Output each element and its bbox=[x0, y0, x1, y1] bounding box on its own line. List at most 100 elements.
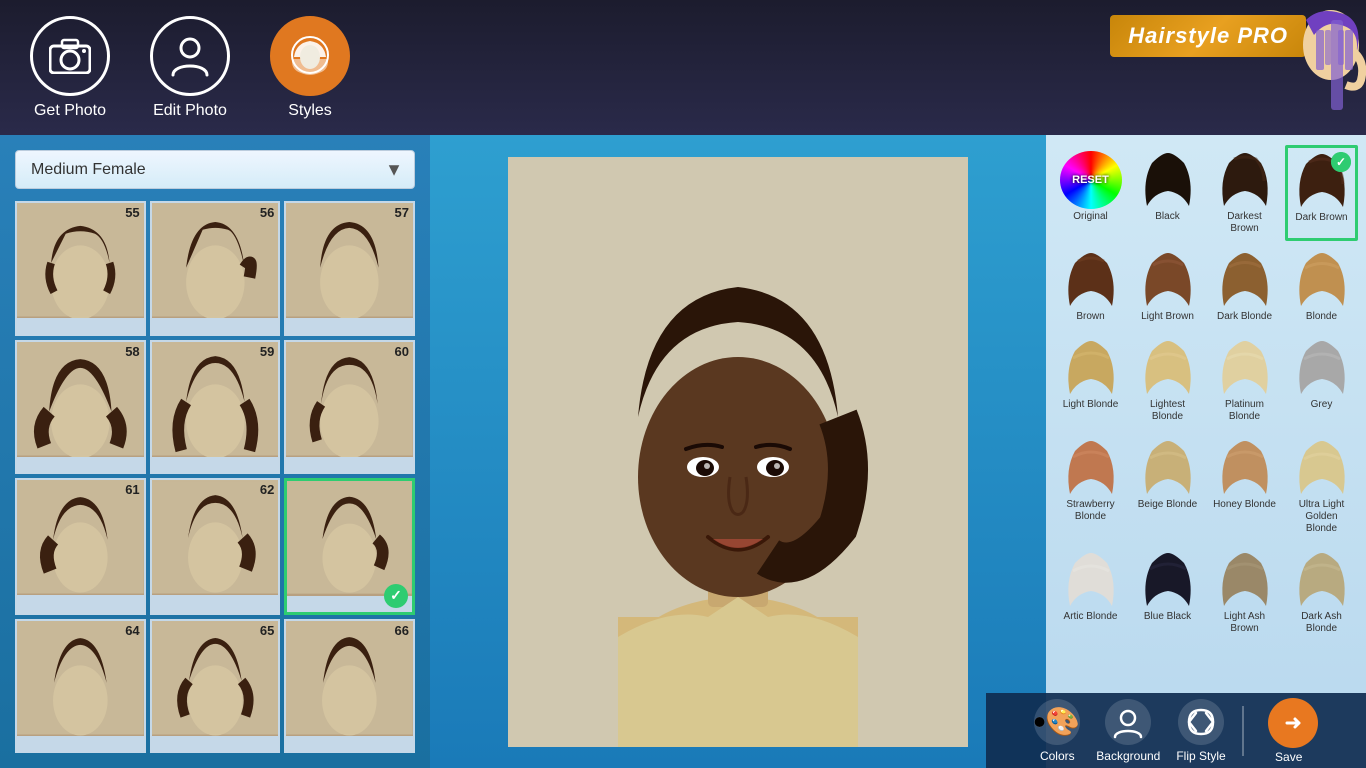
color-platinum-blonde[interactable]: Platinum Blonde bbox=[1208, 333, 1281, 429]
style-item-66[interactable]: 66 bbox=[284, 619, 415, 754]
color-label-ultra-light-golden-blonde: Ultra Light Golden Blonde bbox=[1289, 499, 1354, 535]
background-icon bbox=[1105, 699, 1151, 745]
style-number-62: 62 bbox=[260, 482, 274, 497]
color-label-strawberry-blonde: Strawberry Blonde bbox=[1058, 499, 1123, 523]
color-artic-blonde[interactable]: Artic Blonde bbox=[1054, 545, 1127, 641]
color-black[interactable]: Black bbox=[1131, 145, 1204, 241]
color-light-blonde[interactable]: Light Blonde bbox=[1054, 333, 1127, 429]
color-original[interactable]: RESET Original bbox=[1054, 145, 1127, 241]
style-item-63[interactable]: ✓ bbox=[284, 478, 415, 615]
dark-brown-swatch bbox=[1291, 152, 1353, 210]
style-item-60[interactable]: 60 bbox=[284, 340, 415, 475]
style-number-55: 55 bbox=[125, 205, 139, 220]
style-photo-56 bbox=[152, 203, 279, 318]
style-number-61: 61 bbox=[125, 482, 139, 497]
background-button[interactable]: Background bbox=[1096, 699, 1160, 763]
style-photo-64 bbox=[17, 621, 144, 736]
styles-icon bbox=[270, 16, 350, 96]
style-number-64: 64 bbox=[125, 623, 139, 638]
toolbar-divider bbox=[1242, 706, 1244, 756]
style-item-61[interactable]: 61 bbox=[15, 478, 146, 615]
color-brown[interactable]: Brown bbox=[1054, 245, 1127, 329]
color-dark-brown[interactable]: ✓ Dark Brown bbox=[1285, 145, 1358, 241]
bottom-toolbar: 🎨 Colors Background Flip Style bbox=[986, 693, 1366, 768]
reset-label-text: RESET bbox=[1072, 174, 1109, 186]
edit-photo-button[interactable]: Edit Photo bbox=[150, 16, 230, 120]
get-photo-button[interactable]: Get Photo bbox=[30, 16, 110, 120]
style-photo-63 bbox=[287, 481, 412, 596]
selected-color-check: ✓ bbox=[1331, 152, 1351, 172]
style-item-55[interactable]: 55 bbox=[15, 201, 146, 336]
style-number-56: 56 bbox=[260, 205, 274, 220]
get-photo-label: Get Photo bbox=[34, 102, 106, 120]
style-item-56[interactable]: 56 bbox=[150, 201, 281, 336]
style-number-57: 57 bbox=[395, 205, 409, 220]
flip-style-button[interactable]: Flip Style bbox=[1176, 699, 1225, 763]
photo-preview bbox=[508, 157, 968, 747]
color-label-honey-blonde: Honey Blonde bbox=[1213, 499, 1276, 511]
person-icon bbox=[150, 16, 230, 96]
color-light-ash-brown[interactable]: Light Ash Brown bbox=[1208, 545, 1281, 641]
styles-panel: Short Female Medium Female Long Female S… bbox=[0, 135, 430, 768]
style-item-58[interactable]: 58 bbox=[15, 340, 146, 475]
style-photo-61 bbox=[17, 480, 144, 595]
background-label: Background bbox=[1096, 749, 1160, 763]
color-label-light-ash-brown: Light Ash Brown bbox=[1212, 611, 1277, 635]
light-ash-brown-swatch bbox=[1214, 551, 1276, 609]
style-photo-59 bbox=[152, 342, 279, 457]
style-number-65: 65 bbox=[260, 623, 274, 638]
top-navigation: Get Photo Edit Photo Styles Hairstyle PR… bbox=[0, 0, 1366, 135]
person-preview-svg bbox=[508, 157, 968, 747]
color-dark-blonde[interactable]: Dark Blonde bbox=[1208, 245, 1281, 329]
color-grey[interactable]: Grey bbox=[1285, 333, 1358, 429]
color-label-darkest-brown: Darkest Brown bbox=[1212, 211, 1277, 235]
color-label-blonde: Blonde bbox=[1306, 311, 1337, 323]
color-panel: RESET Original Black Darkest Brown bbox=[1046, 135, 1366, 768]
color-strawberry-blonde[interactable]: Strawberry Blonde bbox=[1054, 433, 1127, 541]
color-label-dark-ash-blonde: Dark Ash Blonde bbox=[1289, 611, 1354, 635]
style-item-59[interactable]: 59 bbox=[150, 340, 281, 475]
style-photo-60 bbox=[286, 342, 413, 457]
brown-swatch bbox=[1060, 251, 1122, 309]
color-label-brown: Brown bbox=[1076, 311, 1104, 323]
save-button[interactable]: Save bbox=[1260, 698, 1318, 764]
dark-blonde-swatch bbox=[1214, 251, 1276, 309]
color-dark-ash-blonde[interactable]: Dark Ash Blonde bbox=[1285, 545, 1358, 641]
color-blonde[interactable]: Blonde bbox=[1285, 245, 1358, 329]
color-label-platinum-blonde: Platinum Blonde bbox=[1212, 399, 1277, 423]
color-beige-blonde[interactable]: Beige Blonde bbox=[1131, 433, 1204, 541]
style-item-65[interactable]: 65 bbox=[150, 619, 281, 754]
color-ultra-light-golden-blonde[interactable]: Ultra Light Golden Blonde bbox=[1285, 433, 1358, 541]
color-honey-blonde[interactable]: Honey Blonde bbox=[1208, 433, 1281, 541]
color-lightest-blonde[interactable]: Lightest Blonde bbox=[1131, 333, 1204, 429]
colors-icon: 🎨 bbox=[1034, 699, 1080, 745]
style-photo-65 bbox=[152, 621, 279, 736]
style-item-57[interactable]: 57 bbox=[284, 201, 415, 336]
dark-ash-blonde-swatch bbox=[1291, 551, 1353, 609]
style-category-dropdown-wrapper: Short Female Medium Female Long Female S… bbox=[15, 150, 415, 189]
style-category-dropdown[interactable]: Short Female Medium Female Long Female S… bbox=[15, 150, 415, 189]
colors-button[interactable]: 🎨 Colors bbox=[1034, 699, 1080, 763]
artic-blonde-swatch bbox=[1060, 551, 1122, 609]
style-item-62[interactable]: 62 bbox=[150, 478, 281, 615]
color-light-brown[interactable]: Light Brown bbox=[1131, 245, 1204, 329]
save-icon bbox=[1268, 698, 1318, 748]
grey-swatch bbox=[1291, 339, 1353, 397]
color-blue-black[interactable]: Blue Black bbox=[1131, 545, 1204, 641]
color-darkest-brown[interactable]: Darkest Brown bbox=[1208, 145, 1281, 241]
platinum-blonde-swatch bbox=[1214, 339, 1276, 397]
color-grid: RESET Original Black Darkest Brown bbox=[1054, 145, 1358, 641]
styles-button[interactable]: Styles bbox=[270, 16, 350, 120]
flip-style-label: Flip Style bbox=[1176, 749, 1225, 763]
beige-blonde-swatch bbox=[1137, 439, 1199, 497]
colors-label: Colors bbox=[1040, 749, 1075, 763]
strawberry-blonde-swatch bbox=[1060, 439, 1122, 497]
styles-grid: 55 56 bbox=[15, 201, 415, 753]
style-number-59: 59 bbox=[260, 344, 274, 359]
main-content: Short Female Medium Female Long Female S… bbox=[0, 135, 1366, 768]
preview-panel bbox=[430, 135, 1046, 768]
blonde-swatch bbox=[1291, 251, 1353, 309]
color-label-lightest-blonde: Lightest Blonde bbox=[1135, 399, 1200, 423]
color-label-blue-black: Blue Black bbox=[1144, 611, 1191, 623]
style-item-64[interactable]: 64 bbox=[15, 619, 146, 754]
